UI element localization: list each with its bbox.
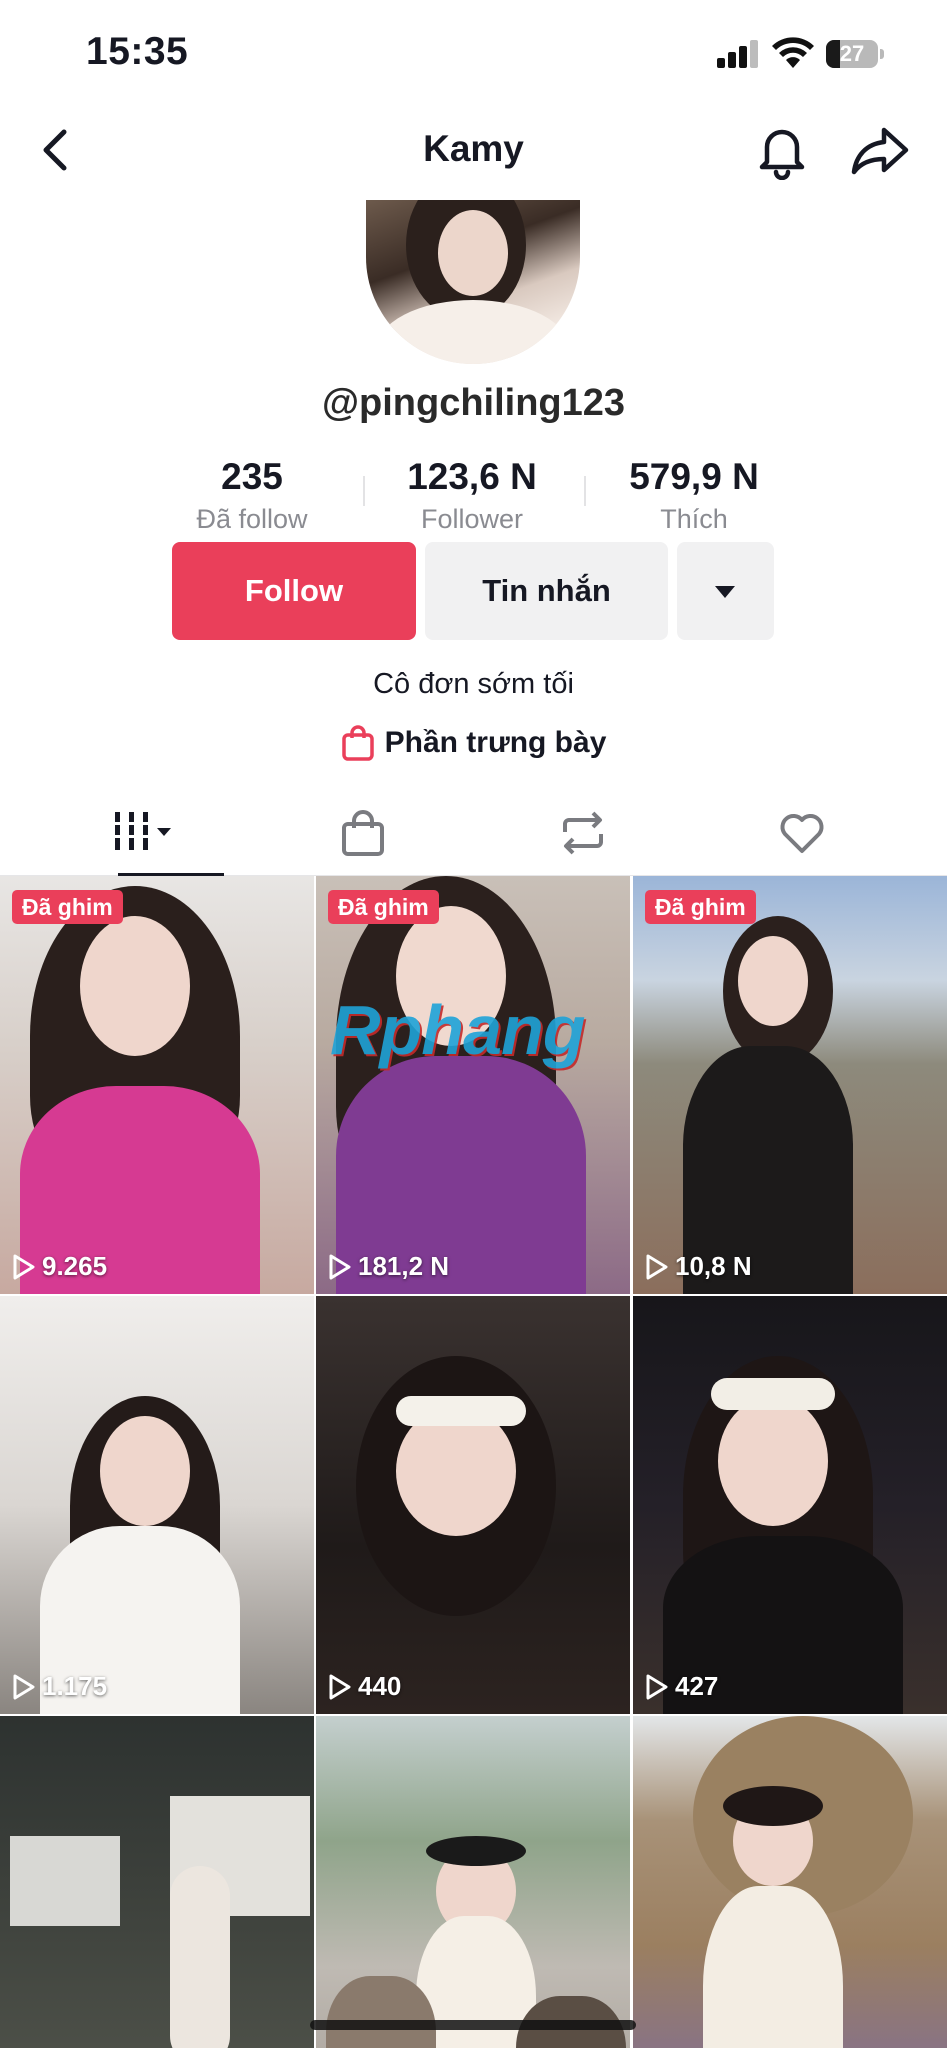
share-button[interactable]	[848, 120, 912, 180]
shop-bag-icon	[342, 810, 384, 856]
battery-icon: 27	[826, 40, 884, 68]
signal-icon	[717, 40, 758, 68]
video-tile[interactable]	[0, 1716, 314, 2048]
play-icon	[646, 1254, 668, 1279]
view-count: 440	[328, 1671, 401, 1702]
share-icon	[851, 127, 909, 175]
bell-icon	[759, 129, 805, 181]
avatar[interactable]	[366, 200, 580, 364]
pinned-badge: Đã ghim	[328, 890, 439, 924]
top-nav: Kamy	[0, 110, 947, 190]
more-options-button[interactable]	[677, 542, 774, 640]
liked-heart-icon	[780, 814, 824, 853]
status-time: 15:35	[86, 30, 189, 73]
play-icon	[13, 1254, 35, 1279]
pinned-badge: Đã ghim	[645, 890, 756, 924]
view-count-text: 440	[358, 1671, 402, 1701]
stat-following-label: Đã follow	[196, 504, 308, 534]
showcase-link[interactable]: Phần trưng bày	[0, 722, 947, 764]
video-tile[interactable]: 1.175	[0, 1296, 314, 1714]
shopping-bag-icon	[341, 725, 374, 761]
video-tile[interactable]: 440	[316, 1296, 630, 1714]
stat-likes[interactable]: 579,9 N Thích	[584, 456, 804, 535]
tab-videos[interactable]	[26, 790, 262, 877]
stat-followers[interactable]: 123,6 N Follower	[362, 456, 582, 535]
bio-text: Cô đơn sớm tối	[373, 668, 574, 700]
stat-likes-value: 579,9 N	[629, 456, 759, 497]
view-count-text: 10,8 N	[675, 1251, 752, 1281]
stat-following-value: 235	[221, 456, 283, 497]
video-tile[interactable]: Đã ghim 10,8 N	[633, 876, 947, 1294]
home-indicator	[310, 2020, 636, 2030]
play-icon	[13, 1674, 35, 1699]
view-count-text: 181,2 N	[358, 1251, 450, 1281]
pinned-badge: Đã ghim	[12, 890, 123, 924]
video-tile[interactable]: Đã ghim 9.265	[0, 876, 314, 1294]
profile-stats: 235 Đã follow 123,6 N Follower 579,9 N T…	[0, 456, 947, 536]
video-tile[interactable]	[633, 1716, 947, 2048]
play-icon	[329, 1674, 351, 1699]
showcase-label: Phần trưng bày	[384, 726, 607, 759]
profile-actions: Follow Tin nhắn	[0, 542, 947, 640]
stat-followers-value: 123,6 N	[407, 456, 537, 497]
battery-level: 27	[839, 41, 865, 66]
notification-button[interactable]	[752, 120, 812, 181]
status-bar: 15:35 27	[0, 0, 947, 100]
caret-down-icon	[715, 586, 735, 598]
view-count: 9.265	[12, 1251, 107, 1282]
message-button[interactable]: Tin nhắn	[425, 542, 668, 640]
videos-grid-icon	[115, 812, 171, 850]
stat-followers-label: Follower	[420, 504, 524, 534]
wifi-icon	[772, 36, 814, 70]
tab-liked[interactable]	[684, 790, 920, 876]
view-count: 10,8 N	[645, 1251, 752, 1282]
video-tile[interactable]	[316, 1716, 630, 2048]
view-count: 427	[645, 1671, 718, 1702]
watermark: Rphang	[330, 991, 586, 1069]
view-count: 181,2 N	[328, 1251, 449, 1282]
play-icon	[646, 1674, 668, 1699]
stat-following[interactable]: 235 Đã follow	[142, 456, 362, 535]
tab-reposts[interactable]	[465, 790, 701, 876]
follow-button[interactable]: Follow	[172, 542, 416, 640]
username: @pingchiling123	[321, 382, 626, 424]
tab-shop[interactable]	[245, 790, 481, 876]
view-count: 1.175	[12, 1671, 107, 1702]
view-count-text: 427	[675, 1671, 719, 1701]
stat-likes-label: Thích	[660, 504, 728, 534]
play-icon	[329, 1254, 351, 1279]
view-count-text: 1.175	[42, 1671, 108, 1701]
video-tile[interactable]: Đã ghim 181,2 N	[316, 876, 630, 1294]
view-count-text: 9.265	[42, 1251, 108, 1281]
repost-icon	[563, 811, 603, 855]
content-tabs	[0, 790, 947, 877]
video-tile[interactable]: 427	[633, 1296, 947, 1714]
